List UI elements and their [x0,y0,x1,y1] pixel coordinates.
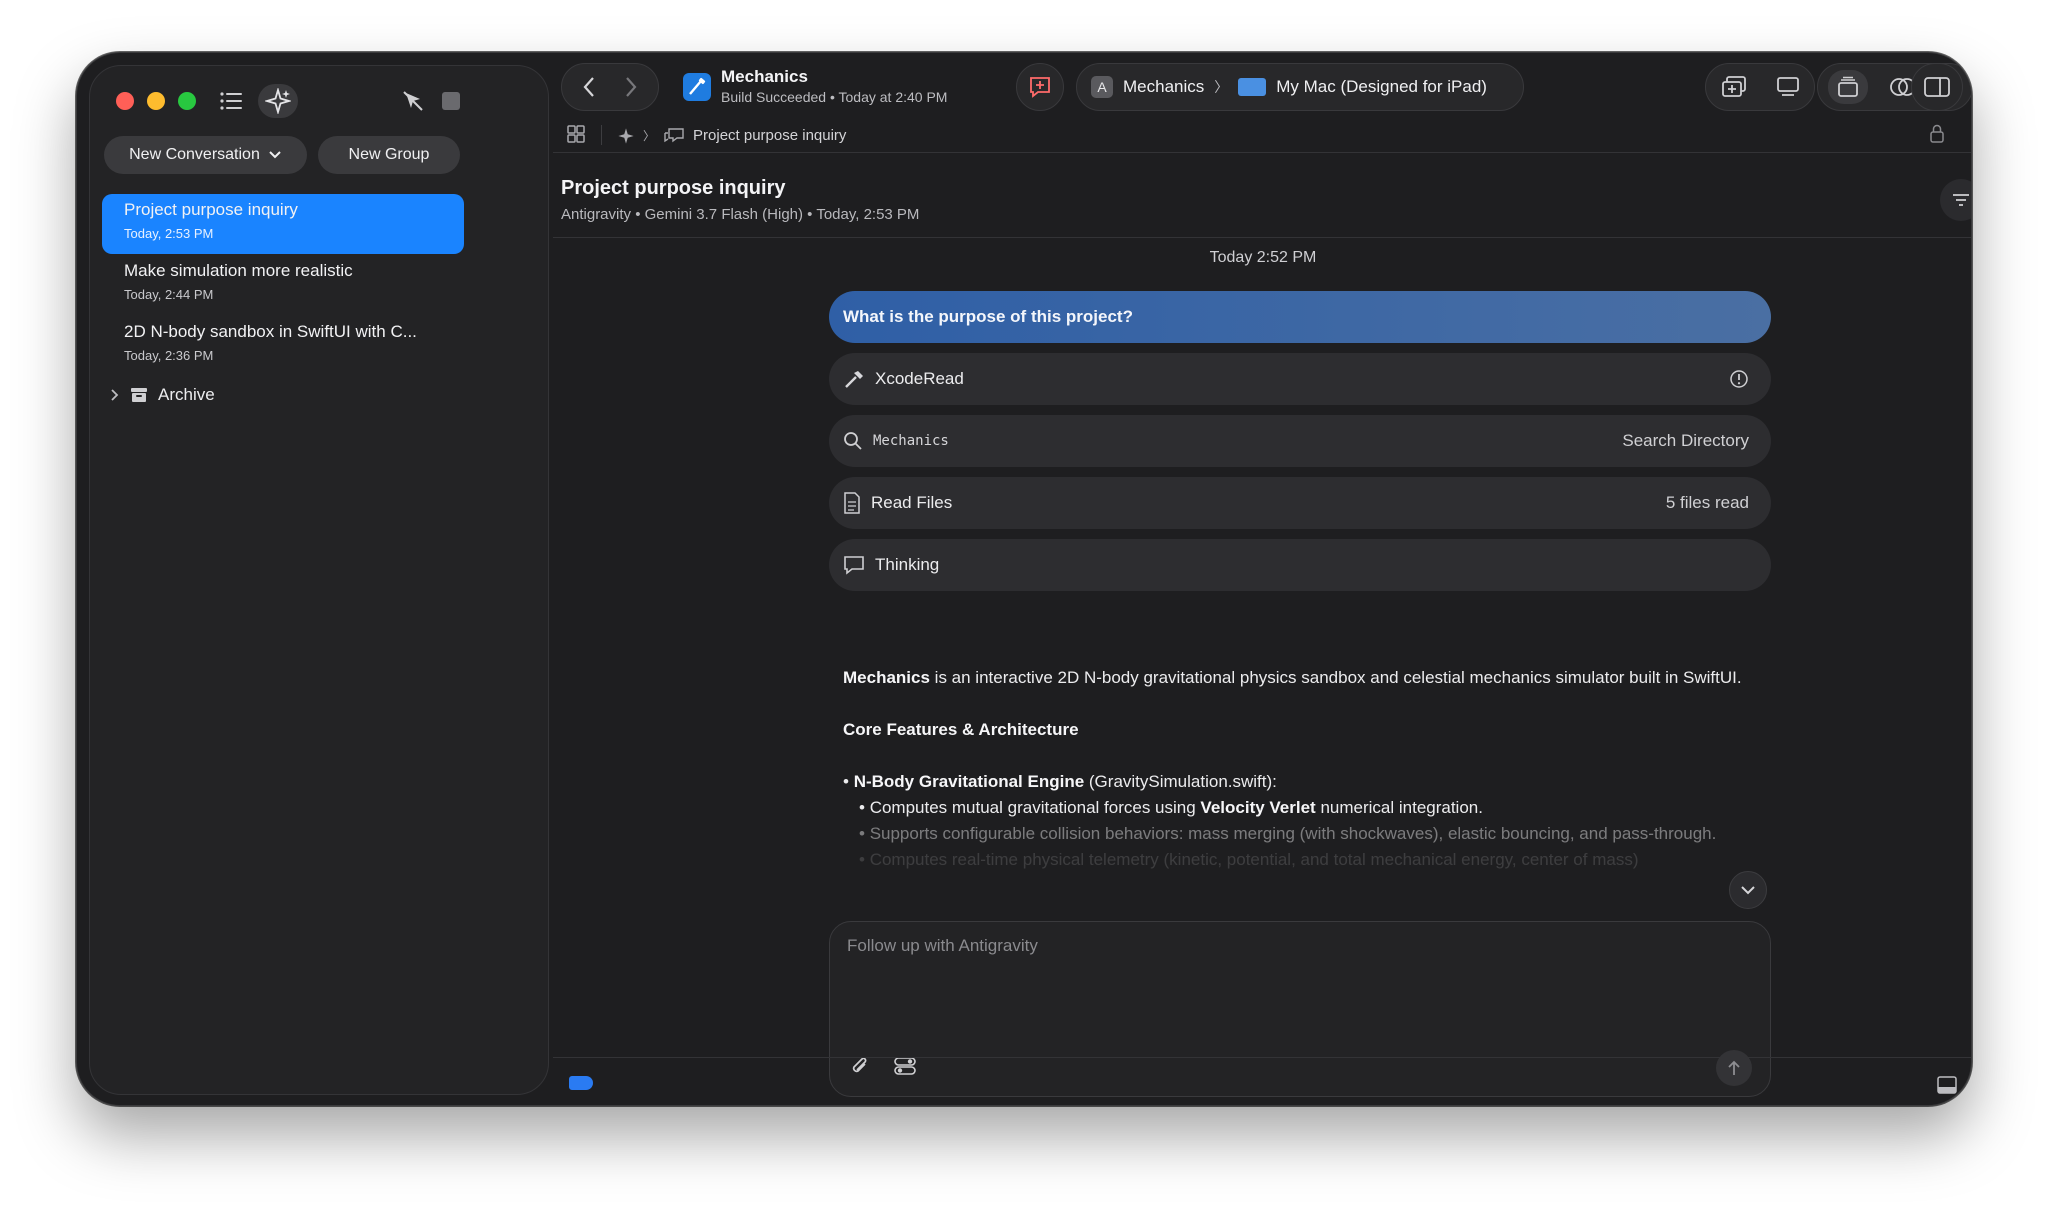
scheme-name: Mechanics [1123,77,1205,96]
run-destination: My Mac (Designed for iPad) [1276,77,1487,96]
conversation-time: Today, 2:44 PM [124,287,214,302]
scroll-to-bottom-button[interactable] [1729,871,1767,909]
conversation-title: Project purpose inquiry [124,200,298,219]
chevron-right-icon [111,389,119,401]
minimize-window-button[interactable] [147,92,165,110]
chevron-left-icon[interactable] [582,76,596,98]
toolbar-group-1 [1705,63,1815,111]
conversation-time: Today, 2:36 PM [124,348,214,363]
composer[interactable]: Follow up with Antigravity [829,921,1771,1097]
project-status[interactable]: Mechanics Build Succeeded • Today at 2:4… [683,67,947,105]
project-name: Mechanics [721,67,808,86]
new-conversation-button[interactable]: New Conversation [104,136,307,174]
chevron-down-icon [1741,886,1755,895]
conversation-time: Today, 2:53 PM [124,226,214,241]
send-button[interactable] [1716,1050,1752,1086]
chevron-right-icon[interactable] [624,76,638,98]
chevron-down-icon [269,151,281,159]
archive-box-icon [131,388,147,402]
inspector-icon [1924,77,1950,97]
xcode-app-icon [683,73,711,101]
stop-icon[interactable] [434,84,468,118]
feedback-button[interactable] [1016,63,1064,111]
add-window-icon[interactable] [1721,76,1747,98]
archive-label: Archive [158,385,215,404]
zoom-window-button[interactable] [178,92,196,110]
composer-placeholder[interactable]: Follow up with Antigravity [847,936,1038,956]
conversation-item-project-purpose[interactable]: Project purpose inquiry Today, 2:53 PM [102,194,464,254]
conversation-item-simulation[interactable]: Make simulation more realistic Today, 2:… [102,255,464,315]
navigation-buttons [561,63,659,111]
app-window: New Conversation New Group Project purpo… [76,52,1972,1106]
close-window-button[interactable] [116,92,134,110]
sidebar: New Conversation New Group Project purpo… [89,65,549,1095]
paperclip-icon[interactable] [850,1056,870,1083]
conversation-item-nbody-sandbox[interactable]: 2D N-body sandbox in SwiftUI with C... T… [102,316,464,376]
list-icon[interactable] [214,84,248,118]
new-conversation-label: New Conversation [129,146,260,163]
archive-group[interactable]: Archive [110,382,215,408]
device-icon[interactable] [1776,76,1800,98]
mac-laptop-icon [1238,78,1267,96]
feedback-icon [1030,77,1050,98]
conversation-title: Make simulation more realistic [124,261,353,280]
new-group-label: New Group [348,146,430,163]
toggles-icon[interactable] [894,1056,916,1081]
new-group-button[interactable]: New Group [318,136,460,174]
inspector-toggle-button[interactable] [1911,63,1963,111]
sparkle-icon[interactable] [258,84,298,118]
scheme-app-icon: A [1091,76,1113,98]
conversation-title: 2D N-body sandbox in SwiftUI with C... [124,322,417,341]
scheme-separator: 〉 [1214,79,1229,95]
build-status: Build Succeeded • Today at 2:40 PM [721,89,948,105]
library-icon[interactable] [1828,70,1869,104]
pointer-off-icon[interactable] [396,84,430,118]
send-arrow-icon [1728,1060,1740,1075]
scheme-selector[interactable]: A Mechanics 〉 My Mac (Designed for iPad) [1076,63,1524,111]
